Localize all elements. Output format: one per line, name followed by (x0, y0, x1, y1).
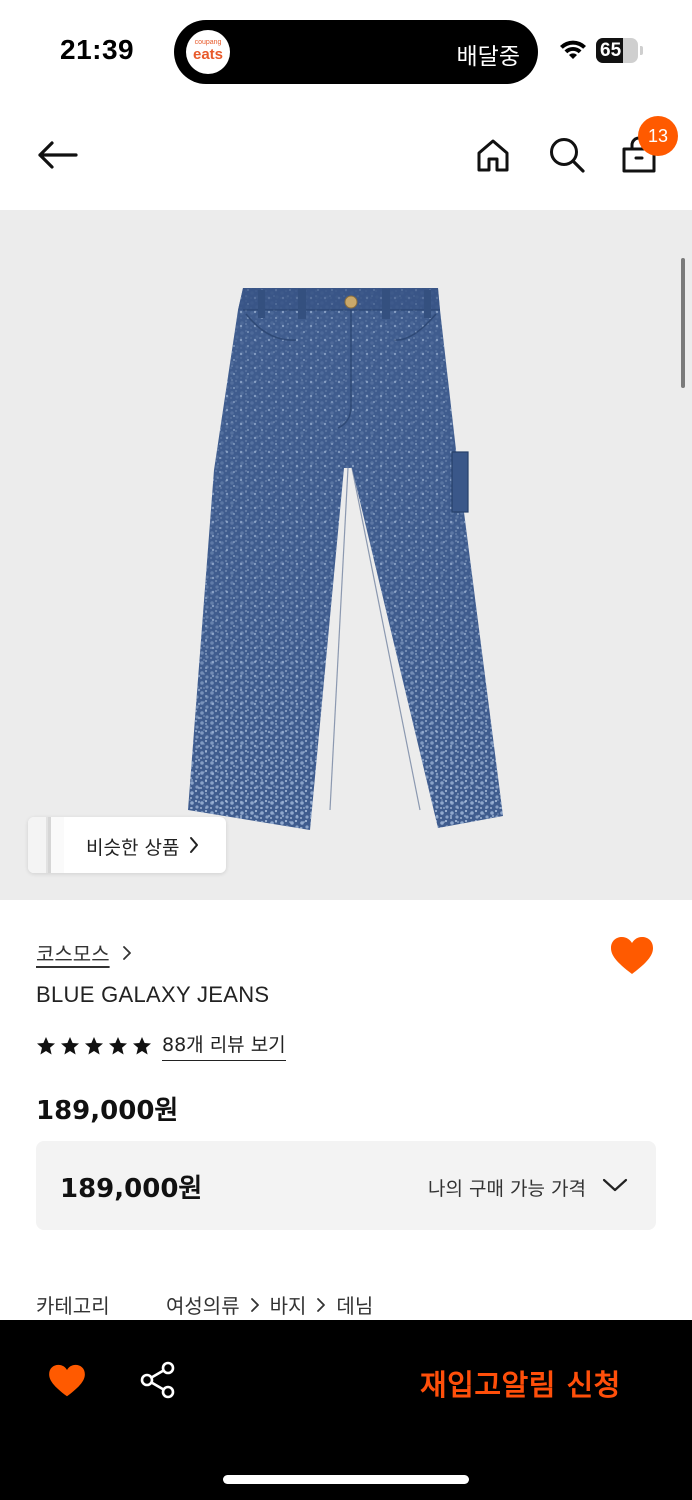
top-nav (0, 100, 692, 210)
chevron-down-icon (602, 1178, 628, 1192)
star-icon (109, 1036, 127, 1054)
star-icon (85, 1036, 103, 1054)
my-price-label: 나의 구매 가능 가격 (428, 1178, 586, 1200)
battery-cap (640, 46, 643, 55)
wishlist-heart-icon[interactable] (48, 1364, 86, 1398)
bottom-action-bar: 재입고알림 신청 (0, 1320, 692, 1500)
home-button[interactable] (468, 130, 518, 180)
rating-row: 88개 리뷰 보기 (36, 1030, 286, 1061)
search-icon (550, 138, 585, 173)
category-crumb[interactable]: 바지 (270, 1290, 307, 1319)
product-name: BLUE GALAXY JEANS (36, 982, 270, 1007)
search-button[interactable] (542, 130, 592, 180)
image-scroll-indicator (681, 258, 685, 388)
chevron-right-icon (250, 1297, 260, 1313)
battery-level: 65 (600, 40, 622, 61)
star-icon (133, 1036, 151, 1054)
chevron-right-icon (316, 1297, 326, 1313)
logo-main-text: eats (192, 46, 224, 63)
back-arrow-icon (38, 141, 78, 169)
home-icon (477, 139, 509, 172)
wifi-icon (560, 40, 586, 59)
similar-items-label: 비슷한 상품 (86, 837, 180, 859)
battery-icon: 65 (596, 38, 638, 63)
dynamic-island[interactable]: coupang eats 배달중 (174, 20, 538, 84)
my-price-dropdown[interactable]: 189,000원 나의 구매 가능 가격 (36, 1141, 656, 1230)
status-bar: 21:39 coupang eats 배달중 65 (0, 0, 692, 100)
chevron-right-icon (190, 837, 198, 853)
status-time: 21:39 (60, 34, 135, 65)
share-icon[interactable] (138, 1360, 178, 1400)
reviews-link[interactable]: 88개 리뷰 보기 (162, 1030, 286, 1061)
product-image-carousel[interactable]: 비슷한 상품 (0, 210, 692, 900)
category-crumb[interactable]: 데님 (336, 1290, 373, 1319)
rating-stars (36, 1036, 156, 1056)
my-price-amount: 189,000원 (60, 1174, 203, 1204)
coupang-eats-logo: coupang eats (186, 30, 230, 74)
wishlist-heart-icon[interactable] (610, 936, 654, 976)
star-icon (37, 1036, 55, 1054)
star-icon (61, 1036, 79, 1054)
delivery-status: 배달중 (456, 44, 520, 70)
cart-count-badge: 13 (638, 116, 678, 156)
brand-link[interactable]: 코스모스 (36, 938, 132, 967)
brand-name: 코스모스 (36, 942, 110, 966)
similar-thumbnail (28, 817, 48, 873)
back-button[interactable] (32, 130, 82, 180)
similar-items-button[interactable]: 비슷한 상품 (28, 817, 226, 873)
restock-alert-button[interactable]: 재입고알림 신청 (420, 1362, 621, 1404)
product-photo-jeans (188, 288, 503, 830)
chevron-right-icon (122, 945, 131, 960)
category-row: 카테고리 여성의류 바지 데님 (36, 1290, 373, 1319)
home-indicator[interactable] (223, 1475, 469, 1484)
category-label: 카테고리 (36, 1294, 110, 1318)
similar-thumbnail (48, 817, 64, 873)
category-crumb[interactable]: 여성의류 (166, 1290, 240, 1319)
product-price: 189,000원 (36, 1096, 179, 1126)
